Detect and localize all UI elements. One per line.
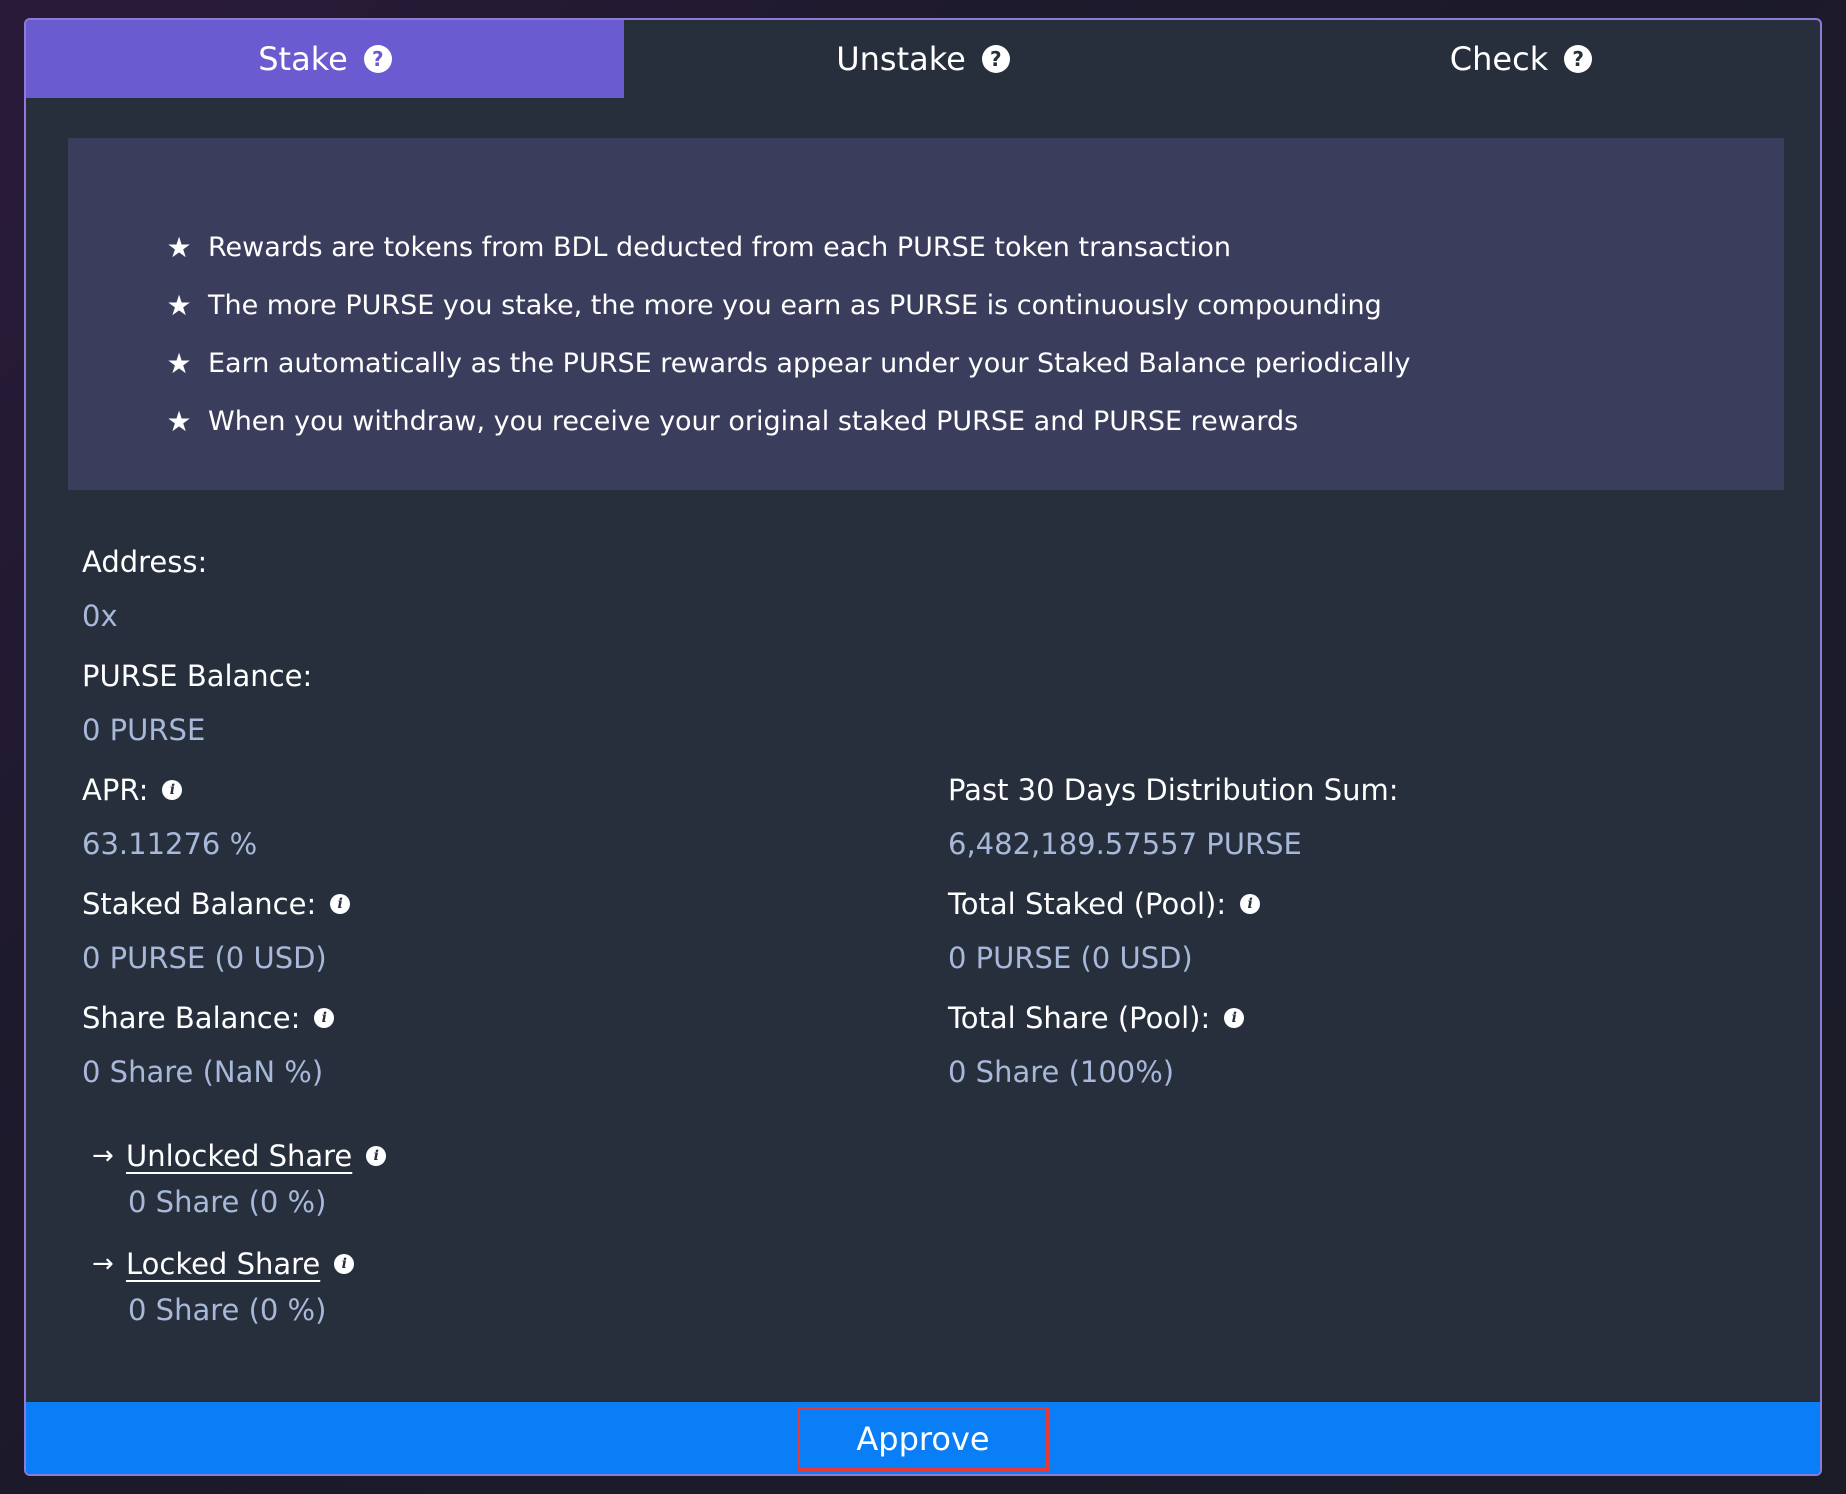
- unlocked-share-value: 0 Share (0 %): [128, 1185, 327, 1219]
- staked-balance-label: Staked Balance: i: [82, 884, 351, 924]
- info-icon[interactable]: i: [1240, 894, 1261, 914]
- share-balance-value: 0 Share (NaN %): [82, 1055, 324, 1089]
- purse-balance-label-text: PURSE Balance:: [82, 659, 313, 693]
- total-staked-label: Total Staked (Pool): i: [948, 884, 1261, 924]
- locked-share-value: 0 Share (0 %): [128, 1293, 327, 1327]
- approve-bar: Approve: [26, 1402, 1820, 1474]
- apr-value: 63.11276 %: [82, 827, 258, 861]
- purse-balance-value: 0 PURSE: [82, 713, 206, 747]
- approve-button[interactable]: Approve: [797, 1407, 1049, 1471]
- locked-share-link[interactable]: Locked Share: [126, 1247, 320, 1281]
- purse-balance-label: PURSE Balance:: [82, 656, 312, 696]
- locked-share-label: → Locked Share i: [92, 1244, 355, 1284]
- share-balance-field: Share Balance: i 0 Share (NaN %): [82, 998, 335, 1092]
- total-share-value: 0 Share (100%): [948, 1055, 1175, 1089]
- info-icon[interactable]: i: [330, 894, 351, 914]
- apr-field: APR: i 63.11276 %: [82, 770, 257, 864]
- past-30-days-value: 6,482,189.57557 PURSE: [948, 827, 1302, 861]
- info-item: ★ Earn automatically as the PURSE reward…: [164, 334, 1410, 392]
- past-30-days-field: Past 30 Days Distribution Sum: 6,482,189…: [948, 770, 1399, 864]
- locked-share-field: → Locked Share i 0 Share (0 %): [92, 1244, 355, 1330]
- total-share-label-text: Total Share (Pool):: [948, 1001, 1211, 1035]
- staked-balance-value: 0 PURSE (0 USD): [82, 941, 327, 975]
- help-icon[interactable]: ?: [363, 45, 392, 73]
- info-icon[interactable]: i: [366, 1146, 387, 1166]
- arrow-right-icon: →: [92, 1141, 114, 1171]
- total-share-field: Total Share (Pool): i 0 Share (100%): [948, 998, 1245, 1092]
- tab-stake-label: Stake: [258, 40, 348, 78]
- share-balance-label: Share Balance: i: [82, 998, 335, 1038]
- info-item: ★ When you withdraw, you receive your or…: [164, 392, 1410, 450]
- share-balance-label-text: Share Balance:: [82, 1001, 301, 1035]
- past-30-days-label-text: Past 30 Days Distribution Sum:: [948, 773, 1399, 807]
- info-item: ★ The more PURSE you stake, the more you…: [164, 276, 1410, 334]
- apr-label-text: APR:: [82, 773, 149, 807]
- tab-unstake[interactable]: Unstake ?: [624, 20, 1222, 98]
- info-icon[interactable]: i: [334, 1254, 355, 1274]
- info-list: ★ Rewards are tokens from BDL deducted f…: [164, 218, 1410, 450]
- staked-balance-field: Staked Balance: i 0 PURSE (0 USD): [82, 884, 351, 978]
- unlocked-share-label: → Unlocked Share i: [92, 1136, 387, 1176]
- total-staked-field: Total Staked (Pool): i 0 PURSE (0 USD): [948, 884, 1261, 978]
- staking-panel: Stake ? Unstake ? Check ? ★ Rewards are …: [24, 18, 1822, 1476]
- address-label-text: Address:: [82, 545, 208, 579]
- address-label: Address:: [82, 542, 207, 582]
- info-item-text: Rewards are tokens from BDL deducted fro…: [208, 231, 1232, 263]
- total-staked-label-text: Total Staked (Pool):: [948, 887, 1227, 921]
- address-value: 0x: [82, 599, 118, 633]
- total-share-label: Total Share (Pool): i: [948, 998, 1245, 1038]
- info-item-text: Earn automatically as the PURSE rewards …: [208, 347, 1411, 379]
- staked-balance-label-text: Staked Balance:: [82, 887, 317, 921]
- unlocked-share-link[interactable]: Unlocked Share: [126, 1139, 352, 1173]
- arrow-right-icon: →: [92, 1249, 114, 1279]
- star-icon: ★: [166, 288, 192, 322]
- tab-check[interactable]: Check ?: [1222, 20, 1820, 98]
- info-item: ★ Rewards are tokens from BDL deducted f…: [164, 218, 1410, 276]
- info-item-text: When you withdraw, you receive your orig…: [208, 405, 1299, 437]
- address-field: Address: 0x: [82, 542, 207, 636]
- tab-unstake-label: Unstake: [836, 40, 966, 78]
- tab-bar: Stake ? Unstake ? Check ?: [26, 20, 1820, 98]
- help-icon[interactable]: ?: [1564, 45, 1593, 73]
- purse-balance-field: PURSE Balance: 0 PURSE: [82, 656, 312, 750]
- tab-check-label: Check: [1449, 40, 1549, 78]
- unlocked-share-field: → Unlocked Share i 0 Share (0 %): [92, 1136, 387, 1222]
- star-icon: ★: [166, 346, 192, 380]
- star-icon: ★: [166, 404, 192, 438]
- info-icon[interactable]: i: [1224, 1008, 1245, 1028]
- tab-stake[interactable]: Stake ?: [26, 20, 624, 98]
- help-icon[interactable]: ?: [981, 45, 1010, 73]
- info-item-text: The more PURSE you stake, the more you e…: [208, 289, 1382, 321]
- info-box: ★ Rewards are tokens from BDL deducted f…: [68, 138, 1784, 490]
- star-icon: ★: [166, 230, 192, 264]
- info-icon[interactable]: i: [314, 1008, 335, 1028]
- past-30-days-label: Past 30 Days Distribution Sum:: [948, 770, 1399, 810]
- apr-label: APR: i: [82, 770, 257, 810]
- total-staked-value: 0 PURSE (0 USD): [948, 941, 1193, 975]
- info-icon[interactable]: i: [162, 780, 183, 800]
